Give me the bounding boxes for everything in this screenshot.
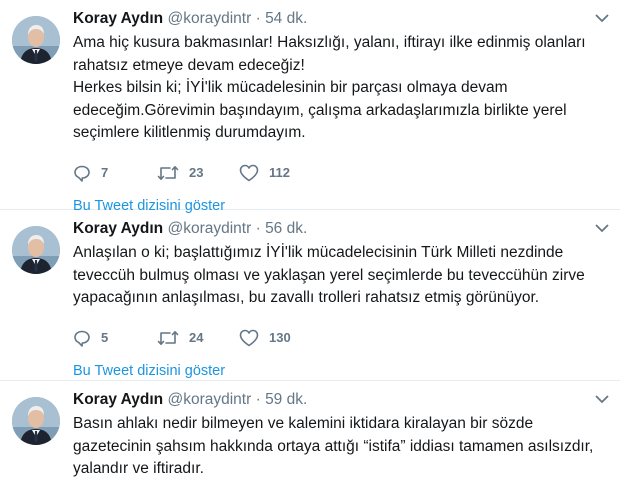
- reply-count: 5: [101, 330, 109, 345]
- chevron-down-icon[interactable]: [594, 12, 610, 24]
- tweet-timestamp[interactable]: 59 dk.: [265, 391, 307, 408]
- retweet-count: 23: [189, 165, 204, 180]
- tweet-paragraph: Basın ahlakı nedir bilmeyen ve kalemini …: [73, 415, 594, 477]
- separator-dot: ·: [255, 220, 261, 237]
- author-handle[interactable]: @koraydintr: [167, 220, 251, 237]
- separator-dot: ·: [255, 10, 261, 27]
- avatar[interactable]: [12, 226, 60, 274]
- tweet[interactable]: Koray Aydın @koraydintr · 59 dk. Basın a…: [0, 381, 620, 487]
- tweet-feed: Koray Aydın @koraydintr · 54 dk. Ama hiç…: [0, 0, 620, 487]
- reply-count: 7: [101, 165, 109, 180]
- tweet-timestamp[interactable]: 56 dk.: [265, 220, 307, 237]
- reply-icon: [74, 330, 90, 347]
- tweet-paragraph: Ama hiç kusura bakmasınlar! Haksızlığı, …: [73, 34, 586, 74]
- avatar[interactable]: [12, 397, 60, 445]
- tweet-actions: 5 24 130: [73, 327, 608, 349]
- author-name[interactable]: Koray Aydın: [73, 391, 163, 408]
- like-button[interactable]: 130: [239, 329, 329, 347]
- avatar[interactable]: [12, 16, 60, 64]
- tweet-timestamp[interactable]: 54 dk.: [265, 10, 307, 27]
- tweet-actions: 7 23 112: [73, 162, 608, 184]
- chevron-down-icon[interactable]: [594, 393, 610, 405]
- author-handle[interactable]: @koraydintr: [167, 391, 251, 408]
- show-thread-link[interactable]: Bu Tweet dizisini göster: [73, 363, 608, 379]
- tweet-paragraph: Herkes bilsin ki; İYİ'lik mücadelesinin …: [73, 79, 567, 141]
- author-handle[interactable]: @koraydintr: [167, 10, 251, 27]
- retweet-icon: [157, 165, 179, 180]
- reply-button[interactable]: 5: [73, 329, 157, 347]
- author-name[interactable]: Koray Aydın: [73, 220, 163, 237]
- like-button[interactable]: 112: [239, 164, 329, 182]
- reply-icon: [74, 165, 90, 182]
- tweet-paragraph: Anlaşılan o ki; başlattığımız İYİ'lik mü…: [73, 244, 585, 306]
- tweet[interactable]: Koray Aydın @koraydintr · 54 dk. Ama hiç…: [0, 0, 620, 214]
- reply-button[interactable]: 7: [73, 164, 157, 182]
- heart-icon: [239, 329, 259, 346]
- tweet-text: Anlaşılan o ki; başlattığımız İYİ'lik mü…: [73, 242, 608, 310]
- separator-dot: ·: [255, 391, 261, 408]
- author-name[interactable]: Koray Aydın: [73, 10, 163, 27]
- heart-icon: [239, 164, 259, 181]
- tweet[interactable]: Koray Aydın @koraydintr · 56 dk. Anlaşıl…: [0, 210, 620, 381]
- like-count: 130: [269, 330, 291, 345]
- retweet-icon: [157, 330, 179, 345]
- like-count: 112: [269, 165, 290, 180]
- retweet-button[interactable]: 23: [157, 164, 239, 182]
- chevron-down-icon[interactable]: [594, 222, 610, 234]
- tweet-text: Basın ahlakı nedir bilmeyen ve kalemini …: [73, 413, 608, 481]
- tweet-text: Ama hiç kusura bakmasınlar! Haksızlığı, …: [73, 32, 608, 145]
- retweet-count: 24: [189, 330, 204, 345]
- retweet-button[interactable]: 24: [157, 329, 239, 347]
